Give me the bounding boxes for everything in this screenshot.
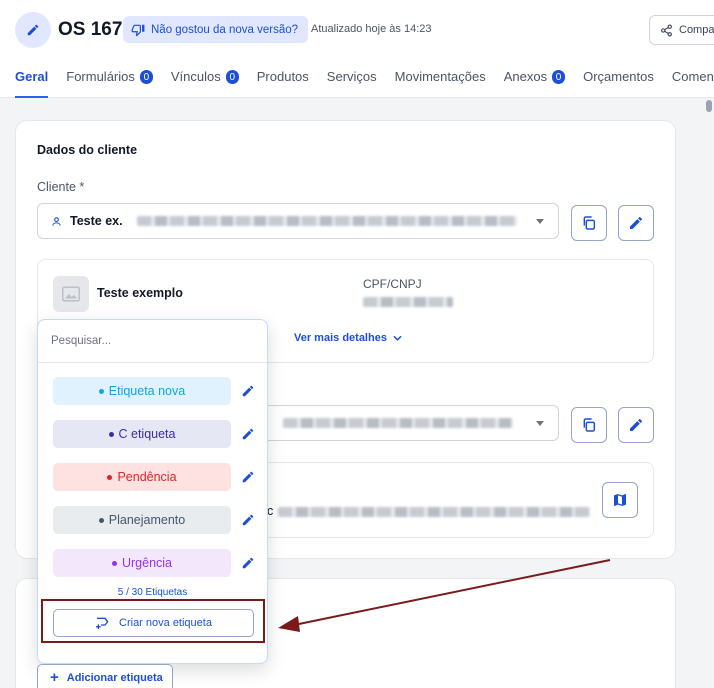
scrollbar[interactable] bbox=[704, 98, 714, 688]
tab-movimentacoes[interactable]: Movimentações bbox=[395, 62, 486, 98]
pencil-icon bbox=[27, 24, 39, 36]
edit-title-button[interactable] bbox=[15, 12, 51, 48]
redacted-address bbox=[136, 216, 517, 226]
tab-anexos[interactable]: Anexos 0 bbox=[504, 62, 566, 98]
copy-client-button[interactable] bbox=[571, 205, 607, 241]
share-label: Compa bbox=[679, 24, 714, 36]
copy-icon bbox=[583, 418, 596, 432]
share-button[interactable]: Compa bbox=[649, 15, 714, 45]
tag-pill[interactable]: Planejamento bbox=[53, 506, 231, 534]
feedback-label: Não gostou da nova versão? bbox=[151, 23, 299, 36]
chevron-down-icon bbox=[536, 219, 544, 224]
tab-formularios[interactable]: Formulários 0 bbox=[66, 62, 153, 98]
tag-item[interactable]: Etiqueta nova bbox=[53, 377, 255, 407]
thumbs-down-icon bbox=[131, 24, 145, 36]
chevron-down-icon bbox=[536, 421, 544, 426]
map-button[interactable] bbox=[602, 482, 638, 518]
tag-pill[interactable]: Urgência bbox=[53, 549, 231, 577]
tag-item[interactable]: Pendência bbox=[53, 463, 255, 493]
tag-item[interactable]: Planejamento bbox=[53, 506, 255, 536]
annotation-arrow bbox=[278, 559, 611, 632]
tag-dot bbox=[108, 431, 114, 437]
pencil-icon bbox=[630, 216, 643, 229]
tag-dot bbox=[107, 474, 113, 480]
client-select[interactable]: Teste ex. bbox=[37, 203, 559, 239]
redacted-cpf bbox=[363, 297, 453, 307]
count-badge: 0 bbox=[225, 70, 239, 84]
tag-pill[interactable]: C etiqueta bbox=[53, 420, 231, 448]
tag-dot bbox=[98, 388, 104, 394]
tab-comentarios[interactable]: Comentá bbox=[672, 62, 714, 98]
tab-vinculos[interactable]: Vínculos 0 bbox=[171, 62, 239, 98]
client-name: Teste exemplo bbox=[97, 286, 183, 300]
pencil-icon[interactable] bbox=[241, 384, 255, 398]
tag-item[interactable]: C etiqueta bbox=[53, 420, 255, 450]
user-icon bbox=[52, 216, 61, 226]
section-title: Dados do cliente bbox=[37, 143, 138, 157]
tag-count: 5 / 30 Etiquetas bbox=[117, 587, 188, 598]
tab-bar: Geral Formulários 0 Vínculos 0 Produtos Se… bbox=[15, 62, 714, 98]
cpf-label: CPF/CNPJ bbox=[363, 277, 422, 291]
annotation-highlight-box bbox=[41, 599, 265, 643]
updated-timestamp: Atualizado hoje às 14:23 bbox=[311, 23, 432, 35]
redacted-address bbox=[278, 507, 590, 517]
tab-produtos[interactable]: Produtos bbox=[257, 62, 309, 98]
tag-item[interactable]: Urgência bbox=[53, 549, 255, 579]
add-tag-button[interactable]: + Adicionar etiqueta bbox=[37, 664, 173, 688]
edit-client-button[interactable] bbox=[618, 205, 654, 241]
plus-icon: + bbox=[50, 669, 59, 686]
count-badge: 0 bbox=[552, 70, 566, 84]
tag-search-input[interactable] bbox=[38, 320, 267, 363]
pencil-icon[interactable] bbox=[241, 556, 255, 570]
scroll-thumb[interactable] bbox=[706, 100, 712, 112]
copy-icon bbox=[583, 216, 596, 230]
tag-dot bbox=[111, 560, 117, 566]
tag-pill[interactable]: Pendência bbox=[53, 463, 231, 491]
edit-address-button[interactable] bbox=[618, 407, 654, 443]
client-field-label: Cliente * bbox=[37, 180, 85, 194]
feedback-button[interactable]: Não gostou da nova versão? bbox=[123, 16, 309, 43]
chevron-down-icon bbox=[393, 335, 402, 341]
tab-geral[interactable]: Geral bbox=[15, 62, 49, 98]
pencil-icon[interactable] bbox=[241, 427, 255, 441]
more-details-link[interactable]: Ver mais detalhes bbox=[294, 332, 402, 344]
tag-pill[interactable]: Etiqueta nova bbox=[53, 377, 231, 405]
tag-dot bbox=[98, 517, 104, 523]
client-select-value: Teste ex. bbox=[70, 214, 123, 228]
header: OS 167 Não gostou da nova versão? Atuali… bbox=[0, 0, 714, 98]
pencil-icon[interactable] bbox=[241, 513, 255, 527]
share-icon bbox=[661, 24, 672, 36]
image-placeholder-icon bbox=[62, 286, 80, 302]
count-badge: 0 bbox=[139, 70, 153, 84]
copy-address-button[interactable] bbox=[571, 407, 607, 443]
map-icon bbox=[614, 494, 626, 506]
tab-servicos[interactable]: Serviços bbox=[327, 62, 377, 98]
pencil-icon[interactable] bbox=[241, 470, 255, 484]
avatar bbox=[53, 276, 89, 312]
page-title: OS 167 bbox=[58, 19, 123, 40]
tab-orcamentos[interactable]: Orçamentos bbox=[583, 62, 654, 98]
pencil-icon bbox=[630, 418, 643, 431]
redacted-address bbox=[283, 418, 513, 428]
